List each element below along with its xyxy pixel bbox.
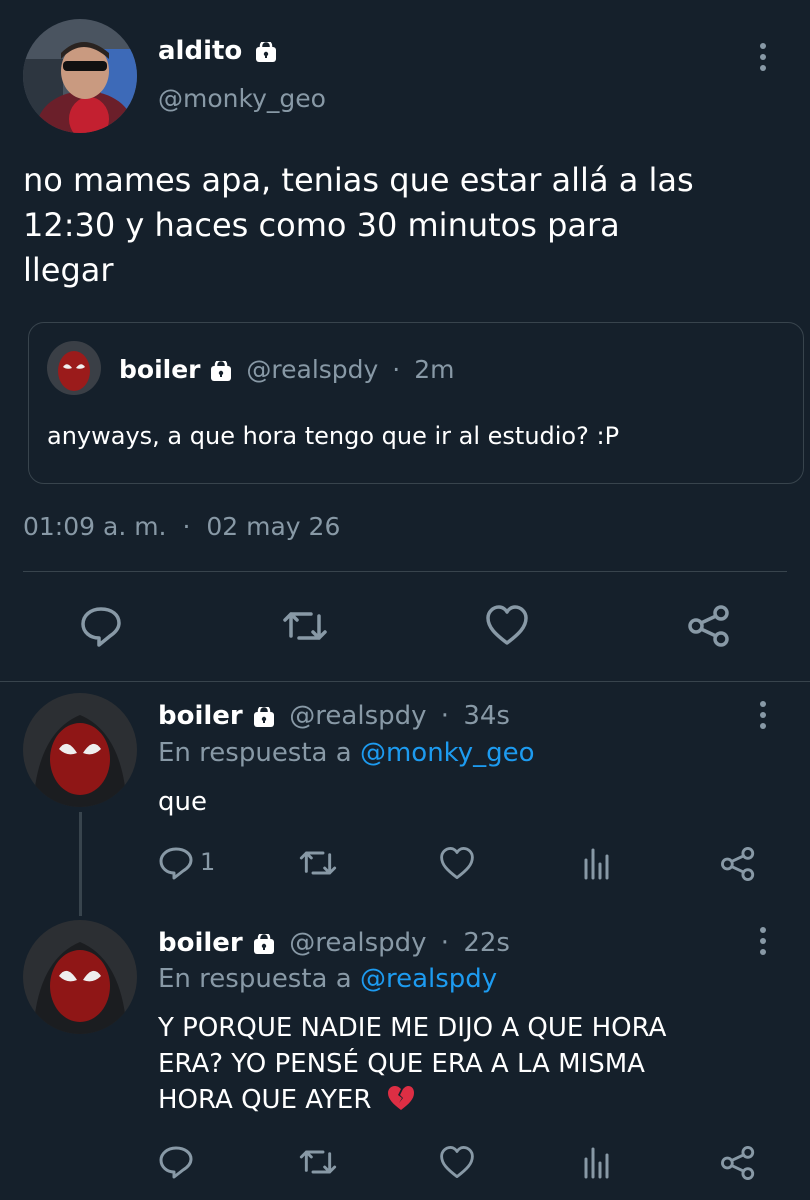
divider <box>23 571 787 572</box>
reply-time: 22s <box>463 928 510 958</box>
reply-time: 34s <box>463 701 510 731</box>
analytics-icon[interactable] <box>580 846 612 880</box>
reply-avatar[interactable] <box>23 693 137 807</box>
quote-avatar <box>47 341 101 395</box>
reply-header: boiler @realspdy · 34s <box>158 701 510 731</box>
more-vert-icon[interactable] <box>756 698 770 732</box>
thread-line <box>79 812 82 916</box>
main-avatar[interactable] <box>23 19 137 133</box>
retweet-icon[interactable] <box>298 846 338 880</box>
main-display-name[interactable]: aldito <box>158 34 277 68</box>
divider <box>0 681 810 682</box>
more-vert-icon[interactable] <box>756 924 770 958</box>
reply-context: En respuesta a @realspdy <box>158 964 498 994</box>
reply-display-name[interactable]: boiler <box>158 701 243 731</box>
share-icon[interactable] <box>687 604 731 648</box>
lock-icon <box>254 706 275 727</box>
reply-handle[interactable]: @realspdy <box>289 928 426 958</box>
broken-heart-emoji <box>386 1084 416 1112</box>
quote-header: boiler @realspdy · 2m <box>119 355 455 384</box>
quote-display-name: boiler <box>119 355 201 384</box>
reply-icon[interactable] <box>79 604 123 648</box>
retweet-icon[interactable] <box>298 1145 338 1179</box>
more-vert-icon[interactable] <box>756 40 770 74</box>
like-icon[interactable] <box>439 1145 475 1179</box>
quote-handle: @realspdy <box>246 355 379 384</box>
lock-icon <box>256 41 277 62</box>
main-handle[interactable]: @monky_geo <box>158 82 326 116</box>
reply-display-name[interactable]: boiler <box>158 928 243 958</box>
reply-text: Y PORQUE NADIE ME DIJO A QUE HORA ERA? Y… <box>158 1013 667 1115</box>
reply-context: En respuesta a @monky_geo <box>158 738 535 768</box>
quoted-tweet-card[interactable]: boiler @realspdy · 2m anyways, a que hor… <box>28 322 804 484</box>
share-icon[interactable] <box>720 846 756 882</box>
reply-text: que <box>158 787 207 817</box>
reply-count: 1 <box>200 848 216 876</box>
retweet-icon[interactable] <box>281 606 329 646</box>
quote-time: 2m <box>414 355 455 384</box>
share-icon[interactable] <box>720 1145 756 1181</box>
tweet-timestamp: 01:09 a. m. · 02 may 26 <box>23 512 341 541</box>
reply-handle[interactable]: @realspdy <box>289 701 426 731</box>
reply-to-link[interactable]: @realspdy <box>360 964 497 994</box>
quote-text: anyways, a que hora tengo que ir al estu… <box>47 422 620 450</box>
like-icon[interactable] <box>485 604 529 646</box>
reply-header: boiler @realspdy · 22s <box>158 928 510 958</box>
reply-icon[interactable] <box>158 1144 194 1180</box>
lock-icon <box>254 933 275 954</box>
tweet-text: no mames apa, tenias que estar allá a la… <box>23 161 694 289</box>
analytics-icon[interactable] <box>580 1145 612 1179</box>
reply-avatar[interactable] <box>23 920 137 1034</box>
reply-icon[interactable] <box>158 845 194 881</box>
lock-icon <box>211 361 232 381</box>
like-icon[interactable] <box>439 846 475 880</box>
reply-to-link[interactable]: @monky_geo <box>360 738 535 768</box>
